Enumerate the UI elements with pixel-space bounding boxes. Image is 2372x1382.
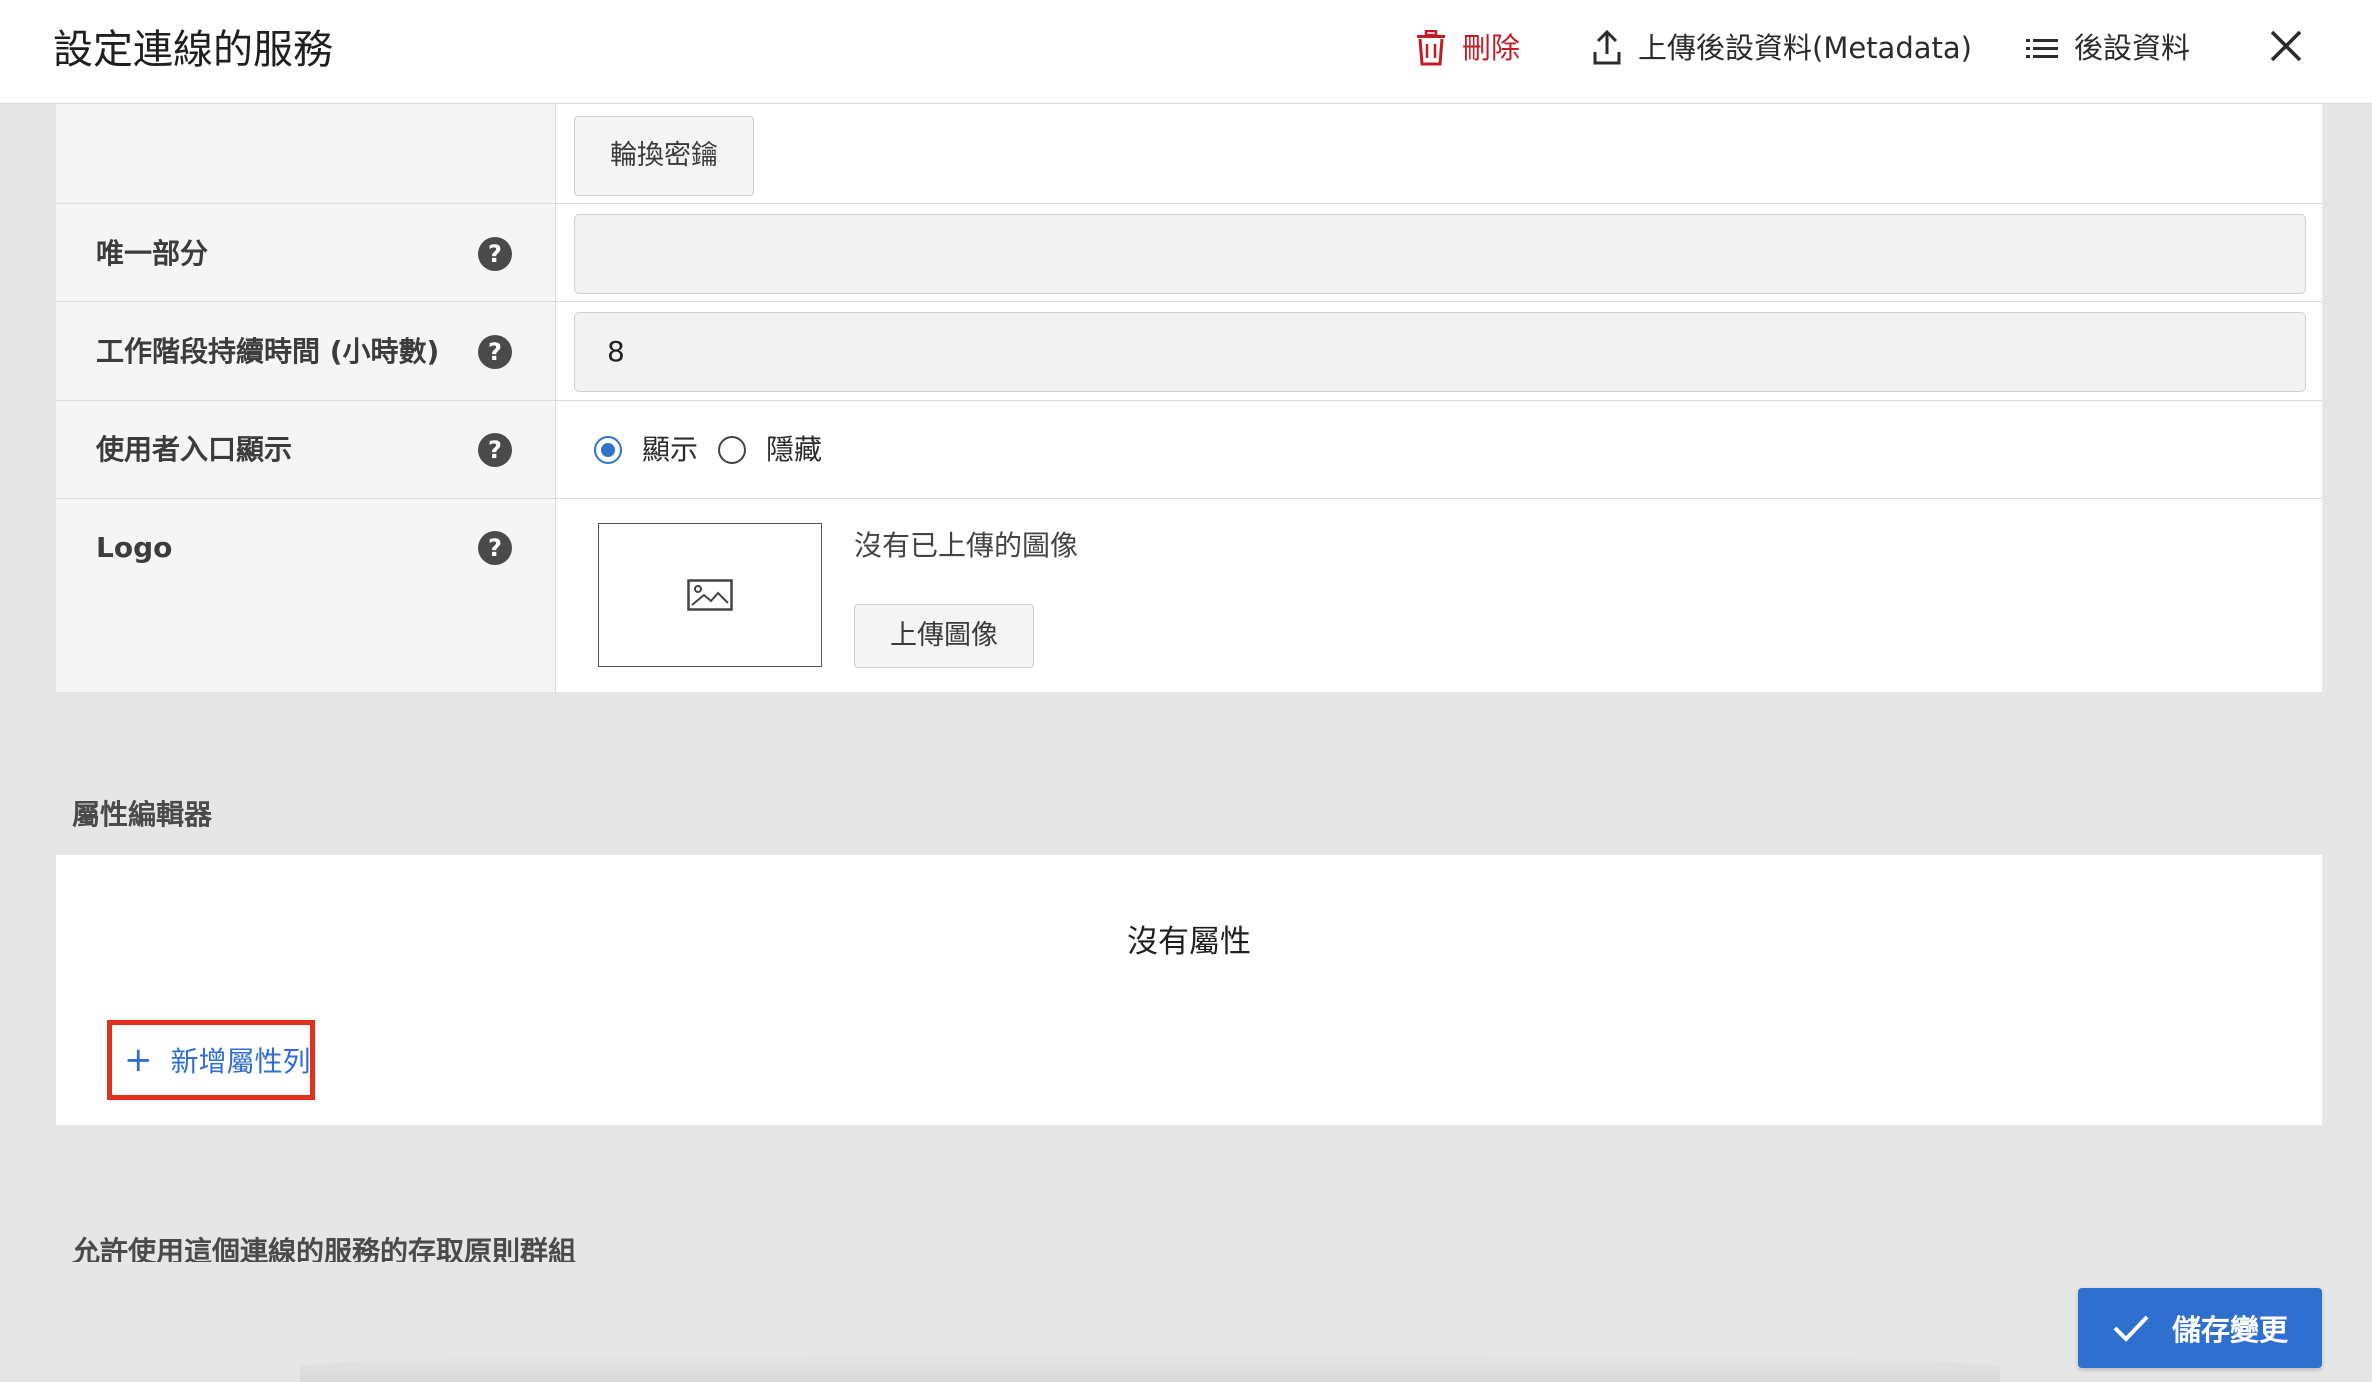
upload-metadata-button[interactable]: 上傳後設資料(Metadata)	[1592, 26, 1972, 70]
help-icon[interactable]: ?	[478, 531, 512, 565]
radio-hide[interactable]	[718, 436, 746, 464]
help-icon[interactable]: ?	[478, 433, 512, 467]
save-changes-label: 儲存變更	[2171, 1313, 2288, 1347]
upload-icon	[1593, 30, 1621, 65]
session-duration-label: 工作階段持續時間 (小時數)	[96, 335, 440, 368]
delete-label: 刪除	[1462, 31, 1521, 65]
dialog-title: 設定連線的服務	[53, 27, 333, 73]
upload-metadata-label: 上傳後設資料(Metadata)	[1638, 31, 1972, 65]
label-column	[56, 104, 556, 692]
radio-show-label[interactable]: 顯示	[642, 430, 698, 470]
access-policy-title: 允許使用這個連線的服務的存取原則群組	[72, 1235, 577, 1262]
metadata-button[interactable]: 後設資料	[2026, 26, 2190, 70]
plus-icon: +	[124, 1040, 153, 1080]
radio-hide-label[interactable]: 隱藏	[766, 430, 822, 470]
row-divider	[56, 301, 2322, 302]
delete-button[interactable]: 刪除	[1416, 26, 1520, 70]
save-changes-button[interactable]: 儲存變更	[2078, 1288, 2322, 1368]
bottom-shadow	[300, 1352, 2000, 1382]
add-attribute-row-label: 新增屬性列	[170, 1045, 311, 1078]
logo-label: Logo	[96, 531, 173, 564]
image-icon	[687, 579, 733, 611]
attribute-editor-panel: 沒有屬性 + 新增屬性列	[56, 855, 2322, 1125]
portal-display-label: 使用者入口顯示	[96, 433, 293, 466]
unique-part-input[interactable]	[574, 214, 2306, 294]
trash-icon	[1417, 30, 1445, 66]
no-image-text: 沒有已上傳的圖像	[854, 529, 1079, 562]
row-divider	[56, 400, 2322, 401]
list-icon	[2026, 39, 2058, 58]
help-icon[interactable]: ?	[478, 237, 512, 271]
settings-form: 輪換密鑰 唯一部分 ? 工作階段持續時間 (小時數) ? 8 使用者入口顯示 ?…	[56, 104, 2322, 692]
dialog-header: 設定連線的服務 刪除 上傳後設資料(Metadata) 後設資料	[0, 0, 2372, 104]
add-attribute-row-button[interactable]: + 新增屬性列	[107, 1020, 315, 1100]
rotate-key-button[interactable]: 輪換密鑰	[574, 116, 754, 196]
close-button[interactable]	[2266, 26, 2306, 66]
row-divider	[56, 203, 2322, 204]
radio-show[interactable]	[594, 436, 622, 464]
metadata-label: 後設資料	[2074, 31, 2191, 65]
help-icon[interactable]: ?	[478, 335, 512, 369]
attribute-editor-title: 屬性編輯器	[72, 798, 213, 831]
unique-part-label: 唯一部分	[96, 237, 209, 270]
upload-image-button[interactable]: 上傳圖像	[854, 604, 1034, 668]
session-duration-input[interactable]: 8	[574, 312, 2306, 392]
check-icon	[2113, 1315, 2149, 1342]
close-icon	[2270, 30, 2302, 62]
row-divider	[56, 498, 2322, 499]
logo-preview	[598, 523, 822, 667]
no-attributes-text: 沒有屬性	[1127, 924, 1251, 960]
